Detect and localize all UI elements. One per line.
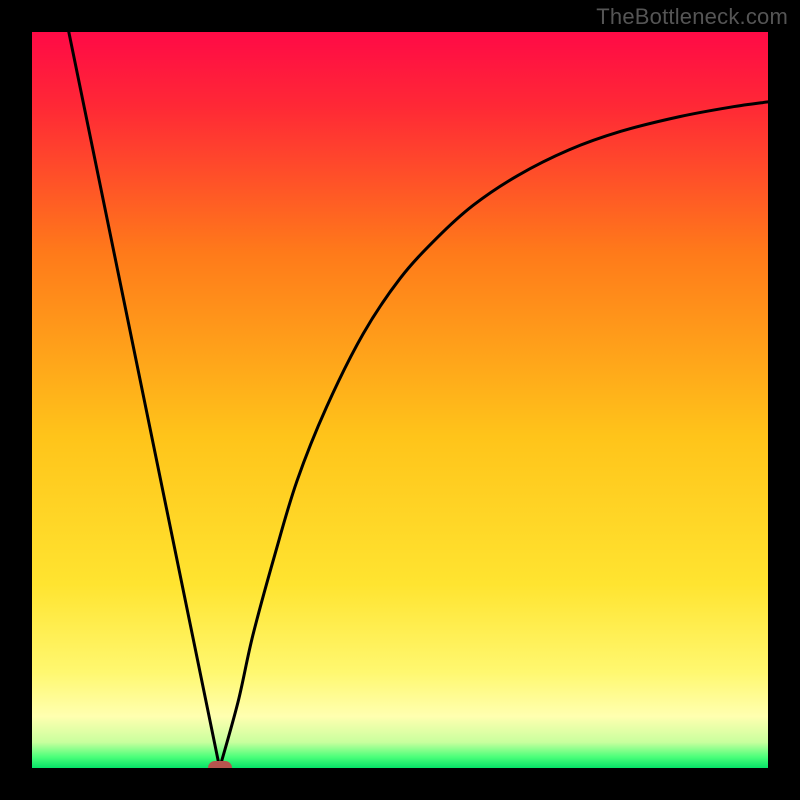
chart-frame: TheBottleneck.com	[0, 0, 800, 800]
minimum-marker	[208, 761, 232, 768]
chart-curve-svg	[32, 32, 768, 768]
watermark-text: TheBottleneck.com	[596, 4, 788, 30]
chart-plot-area	[32, 32, 768, 768]
curve-left-path	[69, 32, 220, 768]
curve-right-path	[220, 102, 768, 768]
